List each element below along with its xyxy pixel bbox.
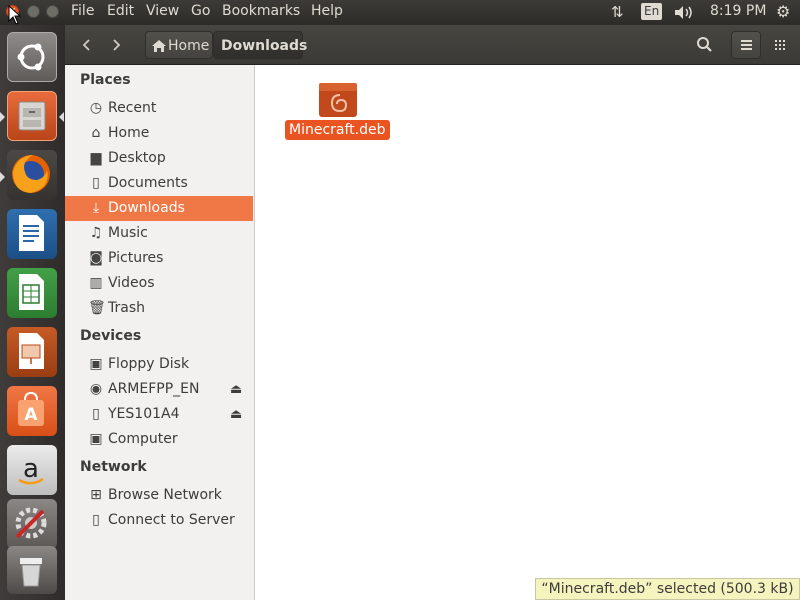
sidebar-item-recent[interactable]: ◷ Recent bbox=[65, 96, 253, 121]
sidebar-item-computer[interactable]: ▣ Computer bbox=[65, 427, 253, 452]
minimize-window-button[interactable] bbox=[27, 5, 40, 18]
menu-edit[interactable]: Edit bbox=[107, 3, 134, 19]
sidebar-item-trash[interactable]: 🗑 Trash bbox=[65, 296, 253, 321]
grid-view-icon bbox=[775, 40, 785, 50]
forward-button[interactable] bbox=[103, 31, 131, 59]
volume-icon[interactable] bbox=[674, 5, 696, 20]
menu-help[interactable]: Help bbox=[311, 3, 343, 19]
menu-bookmarks[interactable]: Bookmarks bbox=[222, 3, 300, 19]
usb-drive-icon: ▯ bbox=[92, 406, 100, 422]
file-name-label: Minecraft.deb bbox=[285, 120, 390, 140]
computer-icon: ▣ bbox=[89, 431, 103, 447]
film-icon: ▥ bbox=[89, 275, 103, 291]
home-icon bbox=[152, 40, 166, 52]
menu-file[interactable]: File bbox=[71, 3, 94, 19]
floppy-icon: ▣ bbox=[89, 356, 103, 372]
svg-text:a: a bbox=[23, 454, 39, 484]
list-view-button[interactable] bbox=[731, 31, 761, 59]
launcher: A a bbox=[0, 25, 65, 600]
eject-icon[interactable]: ⏏ bbox=[230, 377, 242, 402]
files-app-icon[interactable] bbox=[7, 91, 57, 141]
trash-icon: 🗑 bbox=[88, 300, 106, 316]
trash-launcher-icon[interactable] bbox=[7, 546, 57, 594]
sidebar-item-armefpp-en[interactable]: ◉ ARMEFPP_EN ⏏ bbox=[65, 377, 253, 402]
list-view-icon bbox=[741, 40, 752, 50]
sidebar-item-browse-network[interactable]: ⊞ Browse Network bbox=[65, 483, 253, 508]
home-icon: ⌂ bbox=[91, 125, 101, 141]
sidebar-item-music[interactable]: ♫ Music bbox=[65, 221, 253, 246]
search-button[interactable] bbox=[690, 31, 720, 59]
sidebar-item-desktop[interactable]: ▆ Desktop bbox=[65, 146, 253, 171]
firefox-icon[interactable] bbox=[7, 150, 57, 200]
file-item[interactable]: Minecraft.deb bbox=[283, 79, 393, 149]
top-panel: × File Edit View Go Bookmarks Help ⇅ En … bbox=[0, 0, 800, 25]
devices-heading: Devices bbox=[80, 328, 142, 344]
music-icon: ♫ bbox=[89, 225, 103, 241]
clock[interactable]: 8:19 PM bbox=[710, 3, 766, 19]
breadcrumb-home-label: Home bbox=[168, 38, 210, 54]
maximize-window-button[interactable] bbox=[46, 5, 59, 18]
ubuntu-software-icon[interactable]: A bbox=[7, 386, 57, 436]
sidebar-item-documents[interactable]: ▯ Documents bbox=[65, 171, 253, 196]
sidebar-item-home[interactable]: ⌂ Home bbox=[65, 121, 253, 146]
server-icon: ▯ bbox=[92, 512, 100, 528]
eject-icon[interactable]: ⏏ bbox=[230, 402, 242, 427]
libreoffice-calc-icon[interactable] bbox=[7, 268, 57, 318]
file-view[interactable]: Minecraft.deb bbox=[255, 65, 800, 600]
power-gear-icon[interactable]: ⚙ bbox=[776, 2, 790, 21]
disc-icon: ◉ bbox=[89, 381, 103, 397]
network-transfer-icon[interactable]: ⇅ bbox=[611, 3, 624, 21]
places-heading: Places bbox=[80, 72, 131, 88]
debian-package-icon bbox=[319, 83, 357, 117]
document-icon: ▯ bbox=[92, 175, 100, 191]
folder-icon: ▆ bbox=[90, 150, 102, 166]
sidebar-item-pictures[interactable]: ◙ Pictures bbox=[65, 246, 253, 271]
camera-icon: ◙ bbox=[89, 250, 103, 266]
breadcrumb-downloads[interactable]: Downloads bbox=[213, 31, 307, 59]
ubuntu-dash-icon[interactable] bbox=[7, 32, 57, 82]
grid-view-button[interactable] bbox=[765, 31, 795, 59]
amazon-icon[interactable]: a bbox=[7, 445, 57, 495]
download-icon: ⤓ bbox=[92, 200, 100, 216]
menu-view[interactable]: View bbox=[146, 3, 179, 19]
system-settings-icon[interactable] bbox=[7, 499, 57, 549]
breadcrumb-downloads-label: Downloads bbox=[221, 38, 308, 54]
sidebar-item-connect-to-server[interactable]: ▯ Connect to Server bbox=[65, 508, 253, 533]
clock-icon: ◷ bbox=[89, 100, 103, 116]
back-button[interactable] bbox=[72, 31, 100, 59]
sidebar-item-downloads[interactable]: ⤓ Downloads bbox=[65, 196, 253, 221]
libreoffice-writer-icon[interactable] bbox=[7, 209, 57, 259]
status-bar: “Minecraft.deb” selected (500.3 kB) bbox=[535, 578, 800, 600]
active-indicator bbox=[59, 112, 64, 122]
sidebar-item-yes101a4[interactable]: ▯ YES101A4 ⏏ bbox=[65, 402, 253, 427]
network-heading: Network bbox=[80, 459, 147, 475]
mouse-cursor-icon bbox=[8, 5, 22, 25]
search-icon bbox=[697, 37, 712, 52]
svg-text:A: A bbox=[24, 405, 38, 425]
libreoffice-impress-icon[interactable] bbox=[7, 327, 57, 377]
running-indicator bbox=[0, 112, 5, 122]
sidebar-item-floppy-disk[interactable]: ▣ Floppy Disk bbox=[65, 352, 253, 377]
network-icon: ⊞ bbox=[90, 487, 102, 503]
chevron-left-icon bbox=[82, 39, 90, 51]
sidebar-item-videos[interactable]: ▥ Videos bbox=[65, 271, 253, 296]
menu-go[interactable]: Go bbox=[191, 3, 210, 19]
running-indicator bbox=[0, 172, 5, 182]
chevron-right-icon bbox=[113, 39, 121, 51]
keyboard-layout-indicator[interactable]: En bbox=[641, 3, 663, 20]
sidebar: Places ◷ Recent ⌂ Home ▆ Desktop ▯ Documents… bbox=[65, 65, 255, 600]
header-bar: Home Downloads bbox=[65, 25, 800, 65]
breadcrumb-home[interactable]: Home bbox=[145, 31, 213, 59]
